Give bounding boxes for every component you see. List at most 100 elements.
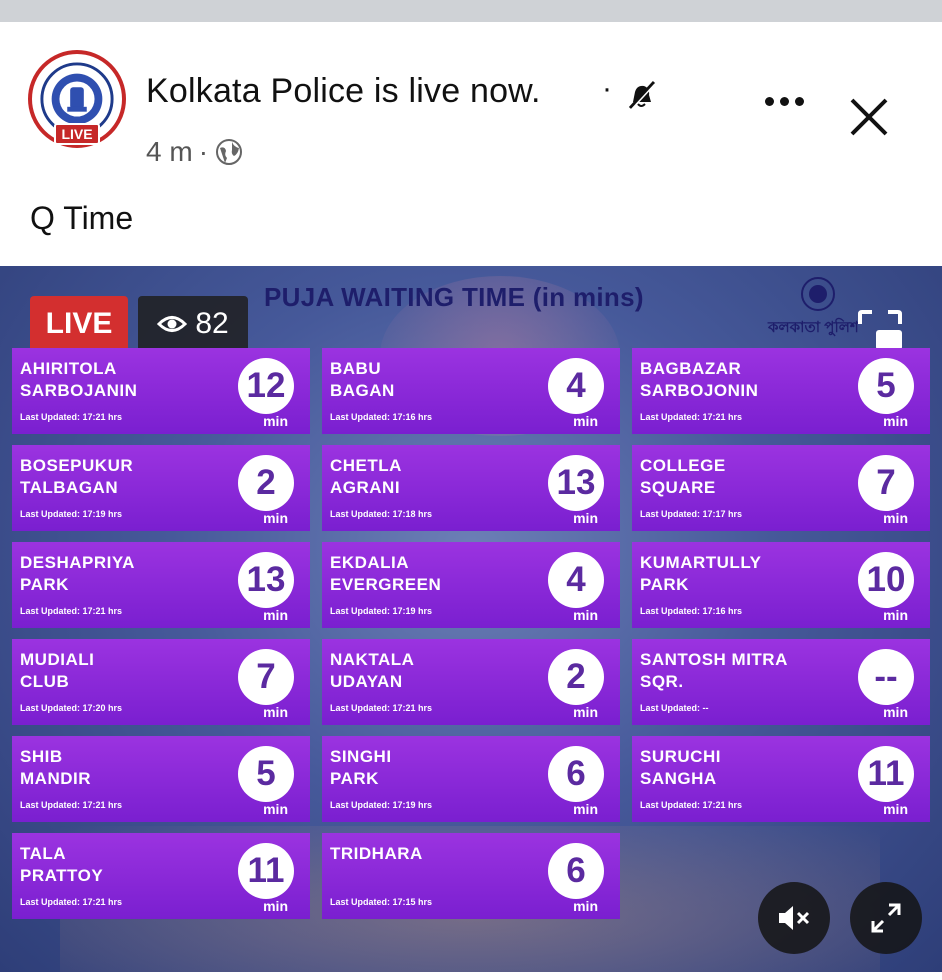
pandal-tile: CHETLA AGRANI Last Updated: 17:18 hrs 13 min [322,445,620,531]
last-updated: Last Updated: 17:20 hrs [20,703,123,713]
wait-time: -- [858,649,914,705]
wait-unit: min [263,607,288,623]
pandal-tile: AHIRITOLA SARBOJANIN Last Updated: 17:21 h… [12,348,310,434]
viewer-count: 82 [195,307,229,340]
pandal-tile: BAGBAZAR SARBOJONIN Last Updated: 17:21 hr… [632,348,930,434]
last-updated: Last Updated: 17:17 hrs [640,509,743,519]
post-meta: 4 m · [146,136,244,168]
wait-time: 11 [238,843,294,899]
pandal-name: AHIRITOLA SARBOJANIN [20,358,240,402]
wait-time: 13 [548,455,604,511]
pandal-name-line1: SANTOSH MITRA [640,650,788,669]
meta-separator: · [198,136,209,167]
last-updated: Last Updated: 17:21 hrs [640,800,743,810]
wait-unit: min [573,607,598,623]
last-updated: Last Updated: 17:19 hrs [330,800,433,810]
pandal-name-line1: MUDIALI [20,650,95,669]
pandal-name: BOSEPUKUR TALBAGAN [20,455,240,499]
pandal-name-line1: SURUCHI [640,747,721,766]
pandal-name-line1: SINGHI [330,747,392,766]
pandal-name-line2: PARK [20,575,69,594]
pandal-name-line2: SARBOJANIN [20,381,138,400]
wait-time: 7 [858,455,914,511]
more-dot [794,96,804,106]
pandal-name-line2: AGRANI [330,478,401,497]
pandal-tile: NAKTALA UDAYAN Last Updated: 17:21 hrs 2 min [322,639,620,725]
wait-time: 4 [548,552,604,608]
pandal-name-line1: EKDALIA [330,553,410,572]
pandal-tile: SINGHI PARK Last Updated: 17:19 hrs 6 min [322,736,620,822]
last-updated: Last Updated: 17:16 hrs [640,606,743,616]
pandal-name-line2: CLUB [20,672,70,691]
pandal-name: SANTOSH MITRA SQR. [640,649,860,693]
wait-unit: min [883,607,908,623]
pandal-name-line1: SHIB [20,747,63,766]
pandal-tile: MUDIALI CLUB Last Updated: 17:20 hrs 7 min [12,639,310,725]
pandal-tile: COLLEGE SQUARE Last Updated: 17:17 hrs 7 min [632,445,930,531]
last-updated: Last Updated: 17:15 hrs [330,897,433,907]
wait-time: 5 [858,358,914,414]
wait-unit: min [883,413,908,429]
pandal-tile: SHIB MANDIR Last Updated: 17:21 hrs 5 min [12,736,310,822]
muted-bell-icon [628,80,656,111]
pandal-name: CHETLA AGRANI [330,455,550,499]
pandal-name: MUDIALI CLUB [20,649,240,693]
pandal-name-line1: AHIRITOLA [20,359,117,378]
pandal-name: TALA PRATTOY [20,843,240,887]
pandal-name-line2: EVERGREEN [330,575,442,594]
title-separator: · [602,72,612,105]
pandal-tile: BOSEPUKUR TALBAGAN Last Updated: 17:19 hrs… [12,445,310,531]
wait-time: 10 [858,552,914,608]
wait-unit: min [573,704,598,720]
pandal-name: SHIB MANDIR [20,746,240,790]
wait-unit: min [883,510,908,526]
pandal-tile: EKDALIA EVERGREEN Last Updated: 17:19 hrs 4… [322,542,620,628]
wait-unit: min [883,704,908,720]
avatar-live-badge: LIVE [54,123,100,145]
pandal-name-line2: PRATTOY [20,866,104,885]
pandal-tile: TRIDHARA Last Updated: 17:15 hrs 6 min [322,833,620,919]
pandal-name-line2: PARK [330,769,379,788]
last-updated: Last Updated: 17:21 hrs [20,412,123,422]
wait-time: 7 [238,649,294,705]
pandal-name-line2: SANGHA [640,769,717,788]
wait-time: 2 [548,649,604,705]
live-badge: LIVE [30,296,128,352]
wait-unit: min [573,898,598,914]
wait-time: 11 [858,746,914,802]
expand-button[interactable] [850,882,922,954]
post-time[interactable]: 4 m [146,136,193,168]
page-title[interactable]: Kolkata Police is live now. [146,72,541,111]
pandal-tile: SURUCHI SANGHA Last Updated: 17:21 hrs 11 mi… [632,736,930,822]
pandal-name: COLLEGE SQUARE [640,455,860,499]
more-dot [764,96,774,106]
more-dot [779,96,789,106]
wait-unit: min [573,510,598,526]
pandal-name-line1: NAKTALA [330,650,415,669]
top-strip [0,0,942,22]
close-icon[interactable] [846,94,892,140]
pandal-name-line2: PARK [640,575,689,594]
globe-icon [216,139,243,165]
wait-unit: min [263,510,288,526]
picture-in-picture-icon[interactable] [856,308,904,352]
pandal-name: TRIDHARA [330,843,550,865]
sound-button[interactable] [758,882,830,954]
pandal-name-line1: DESHAPRIYA [20,553,135,572]
more-options-button[interactable] [760,86,808,116]
pandal-name-line2: BAGAN [330,381,395,400]
pandal-name-line1: CHETLA [330,456,402,475]
pandal-name-line2: SQR. [640,672,684,691]
last-updated: Last Updated: 17:19 hrs [20,509,123,519]
pandal-tile: TALA PRATTOY Last Updated: 17:21 hrs 11 min [12,833,310,919]
wait-time: 2 [238,455,294,511]
live-video[interactable]: PUJA WAITING TIME (in mins) কলকাতা পুলিশ… [0,266,942,972]
pandal-tile: SANTOSH MITRA SQR. Last Updated: -- -- min [632,639,930,725]
expand-icon [871,903,901,933]
wait-unit: min [263,704,288,720]
pandal-name-line1: COLLEGE [640,456,726,475]
last-updated: Last Updated: -- [640,703,709,713]
last-updated: Last Updated: 17:19 hrs [330,606,433,616]
wait-unit: min [263,898,288,914]
pandal-name-line1: TALA [20,844,67,863]
